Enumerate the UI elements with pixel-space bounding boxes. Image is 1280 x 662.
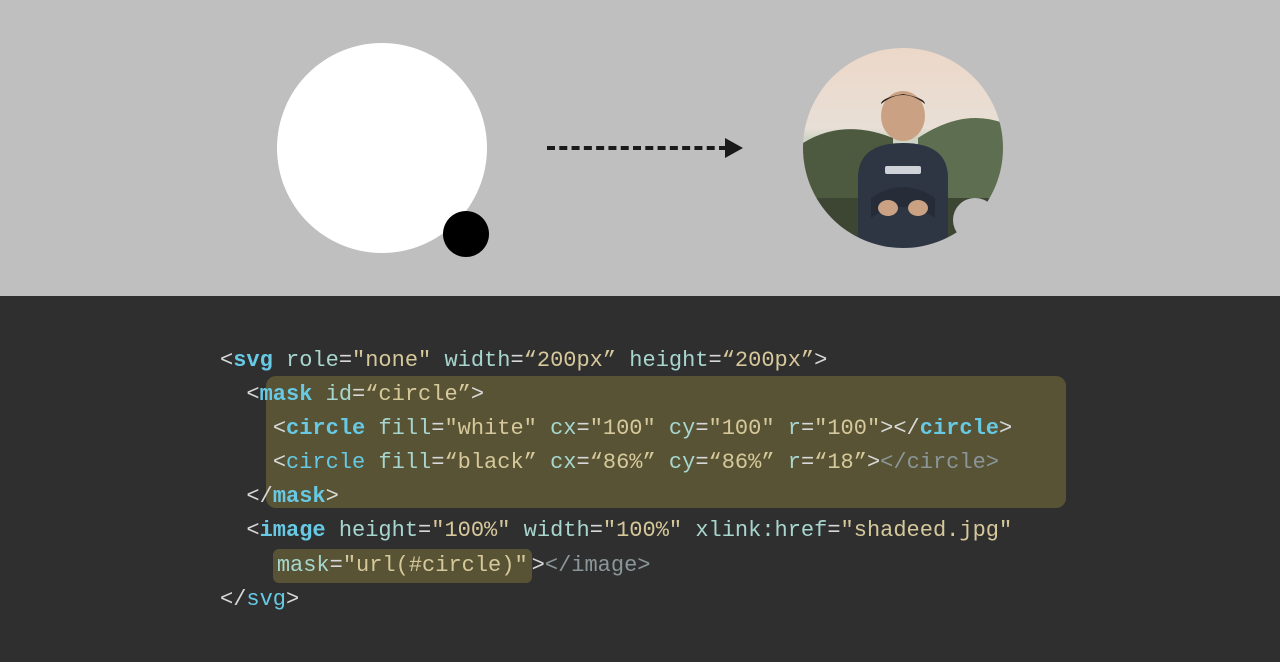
code-line-8: </svg>	[220, 583, 1060, 617]
code-highlight-mask-attr: mask="url(#circle)"	[273, 549, 532, 583]
masked-avatar-result	[803, 48, 1003, 248]
code-line-5: </mask>	[220, 480, 1060, 514]
mask-shape-diagram	[277, 43, 487, 253]
code-line-4: <circle fill=“black” cx=“86%” cy=“86%” r…	[220, 446, 1060, 480]
code-line-2: <mask id=“circle”>	[220, 378, 1060, 412]
code-panel: <svg role="none" width=“200px” height=“2…	[0, 296, 1280, 662]
code-line-6: <image height="100%" width="100%" xlink:…	[220, 514, 1060, 548]
arrow-line	[547, 146, 727, 150]
arrow-icon	[547, 138, 743, 158]
code-line-3: <circle fill="white" cx="100" cy="100" r…	[220, 412, 1060, 446]
code-content: <svg role="none" width=“200px” height=“2…	[220, 344, 1060, 617]
code-line-1: <svg role="none" width=“200px” height=“2…	[220, 344, 1060, 378]
arrow-head	[725, 138, 743, 158]
mask-cutout-circle	[443, 211, 489, 257]
illustration-panel	[0, 0, 1280, 296]
code-line-7: mask="url(#circle)"></image>	[220, 549, 1060, 583]
